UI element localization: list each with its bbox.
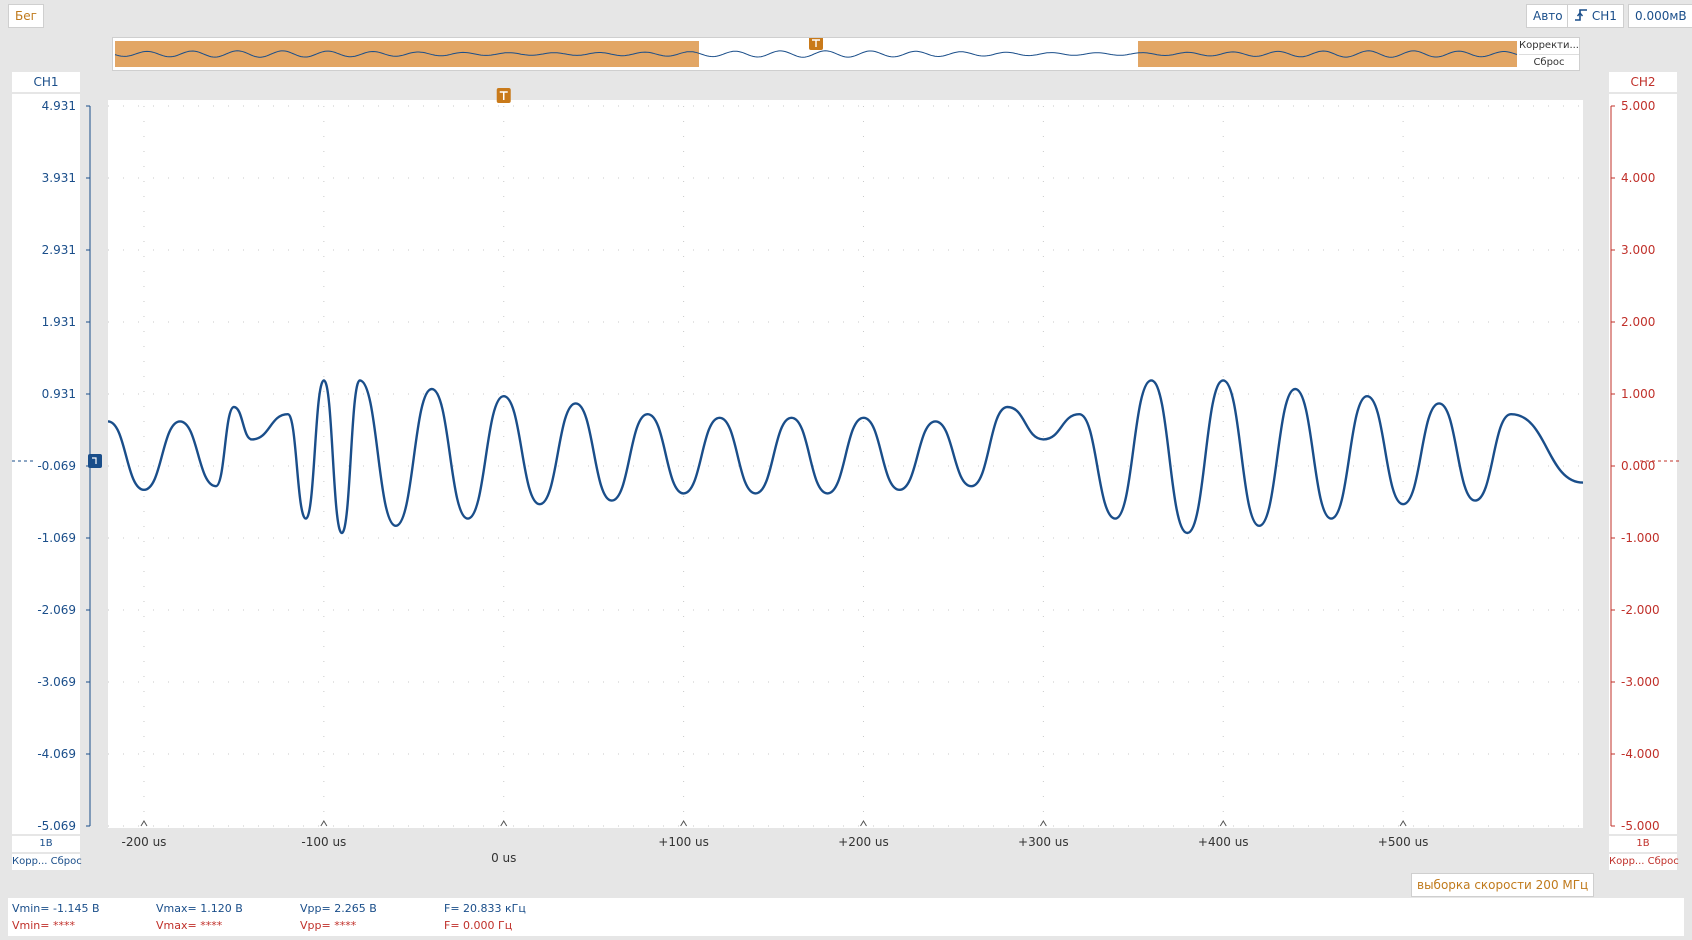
x-tick-label: +100 us [658, 835, 709, 849]
ch1-vmin: Vmin= -1.145 В [12, 902, 100, 915]
x-tick-mark [860, 820, 867, 827]
ch2-tick-label: -3.000 [1621, 675, 1660, 689]
ch1-vpp: Vpp= 2.265 В [300, 902, 377, 915]
ch2-tick-label: 0.000 [1621, 459, 1655, 473]
ch2-tick-label: -2.000 [1621, 603, 1660, 617]
ch1-scale[interactable]: 1В [12, 836, 80, 852]
x-tick-mark [680, 820, 688, 827]
sample-rate-label: выборка скорости 200 МГц [1411, 873, 1595, 897]
ch1-tick-label: 0.931 [42, 387, 76, 401]
x-tick-mark [500, 820, 508, 827]
ch1-tick-label: -2.069 [37, 603, 76, 617]
x-tick-mark [1039, 820, 1047, 827]
ch1-waveform [107, 379, 1584, 535]
x-tick-label: +400 us [1198, 835, 1249, 849]
ch1-tick-label: -5.069 [37, 819, 76, 833]
ch1-tick-label: 4.931 [42, 99, 76, 113]
ch2-tick-label: -4.000 [1621, 747, 1660, 761]
x-tick-label: 0 us [491, 851, 516, 865]
ch2-correct-reset[interactable]: Корр... Сброс [1609, 854, 1679, 870]
x-tick-label: -100 us [301, 835, 346, 849]
waveform-chart: 4.931 3.931 2.931 1.931 0.931 -0.069 -1.069 -2.… [12, 88, 1680, 865]
ch2-scale[interactable]: 1В [1609, 836, 1677, 852]
x-tick-label: +500 us [1378, 835, 1429, 849]
ch1-tick-label: -0.069 [37, 459, 76, 473]
ch1-tick-label: -4.069 [37, 747, 76, 761]
ch1-vmax: Vmax= 1.120 В [156, 902, 243, 915]
ch2-tick-label: 2.000 [1621, 315, 1655, 329]
x-tick-label: +200 us [838, 835, 889, 849]
ch1-correct-reset[interactable]: Корр... Сброс [12, 854, 82, 870]
x-tick-mark [1219, 820, 1227, 827]
ch1-frequency: F= 20.833 кГц [444, 902, 526, 915]
ch2-tick-label: -1.000 [1621, 531, 1660, 545]
ch1-tick-label: 2.931 [42, 243, 76, 257]
ch1-tick-label: 1.931 [42, 315, 76, 329]
ch2-frequency: F= 0.000 Гц [444, 919, 513, 932]
ch1-tick-label: -1.069 [37, 531, 76, 545]
ch2-tick-label: 1.000 [1621, 387, 1655, 401]
ch2-tick-label: 3.000 [1621, 243, 1655, 257]
x-tick-mark [1399, 820, 1407, 827]
x-tick-label: +300 us [1018, 835, 1069, 849]
ch2-tick-label: 5.000 [1621, 99, 1655, 113]
x-tick-label: -200 us [122, 835, 167, 849]
ch2-vpp: Vpp= **** [300, 919, 357, 932]
x-tick-mark [140, 820, 148, 827]
x-tick-mark [320, 820, 328, 827]
ch1-ground-marker [88, 454, 102, 469]
ch2-tick-label: -5.000 [1621, 819, 1660, 833]
measurement-panel: Vmin= -1.145 В Vmax= 1.120 В Vpp= 2.265 … [8, 898, 1684, 936]
ch1-tick-label: -3.069 [37, 675, 76, 689]
ch2-vmin: Vmin= **** [12, 919, 75, 932]
ch2-tick-label: 4.000 [1621, 171, 1655, 185]
ch1-tick-label: 3.931 [42, 171, 76, 185]
ch2-vmax: Vmax= **** [156, 919, 223, 932]
